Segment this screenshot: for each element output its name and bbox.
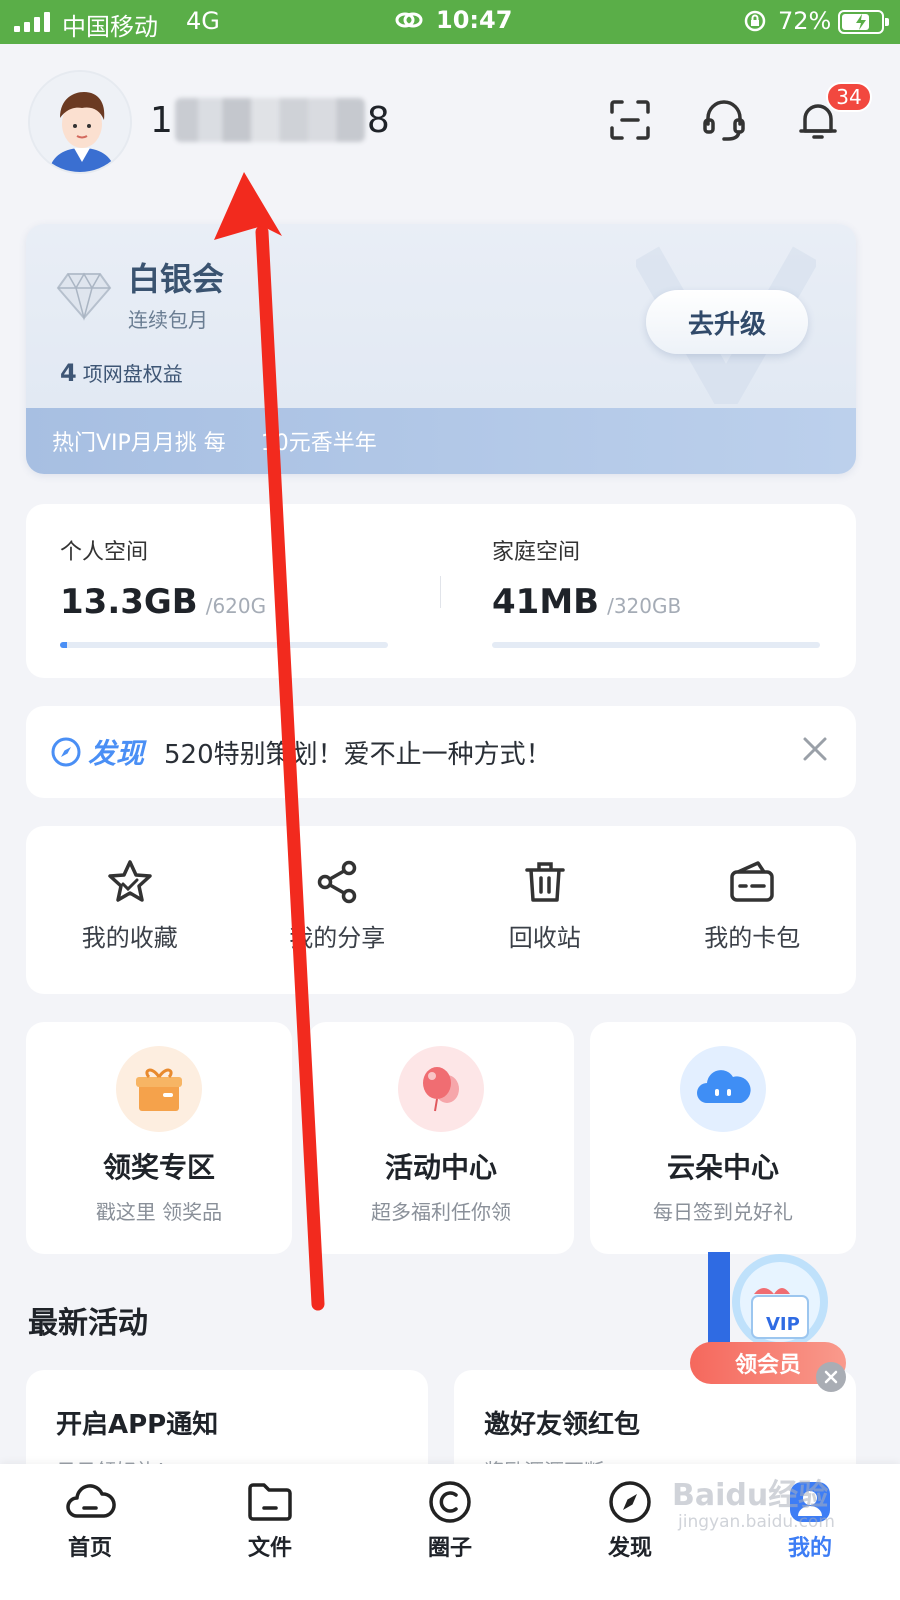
family-storage-used: 41MB/320GB [492,582,681,622]
vip-subtitle: 连续包月 [128,308,208,332]
tab-label: 我的 [787,1536,832,1561]
rotation-lock-icon [743,9,767,39]
discover-banner[interactable]: 发现 520特别策划！爱不止一种方式！ [26,706,856,798]
vip-badge-text: VIP [766,1314,800,1335]
hotspot-icon [394,9,424,37]
feature-cloud-center[interactable]: 云朵中心 每日签到兑好礼 [590,1022,856,1254]
tab-circle[interactable]: 圈子 [360,1464,540,1600]
signal-icon [14,12,50,32]
personal-total-value: /620G [205,594,267,618]
vip-card[interactable]: 白银会 连续包月 4 项网盘权益 去升级 热门VIP月月挑 每 10元香半年 [26,224,856,474]
latest-activities-title: 最新活动 [28,1306,148,1341]
carrier-name: 中国移动 [62,13,158,41]
gift-icon [116,1046,202,1132]
shortcut-label: 回收站 [508,924,581,952]
battery-icon [838,10,889,34]
shortcut-grid: 我的收藏 我的分享 回收站 我的卡包 [26,826,856,994]
vip-level: 白银会 [128,260,225,298]
username[interactable]: 1 8 [150,96,390,144]
headset-icon[interactable] [696,92,752,148]
username-prefix: 1 [150,99,173,141]
avatar[interactable] [28,70,132,174]
vip-promo-banner[interactable]: 热门VIP月月挑 每 10元香半年 [26,408,856,474]
cloud-icon [680,1046,766,1132]
family-storage-bar [492,642,820,648]
feature-title: 活动中心 [384,1151,497,1184]
shortcut-label: 我的分享 [289,924,386,952]
circle-icon [429,1481,471,1523]
balloon-icon [398,1046,484,1132]
close-icon[interactable] [802,736,828,762]
notification-badge: 34 [826,82,872,112]
activity-title: 邀好友领红包 [484,1410,641,1440]
username-redaction [174,98,365,142]
cloud-home-icon [66,1484,116,1518]
family-storage-label: 家庭空间 [492,540,581,565]
family-total-value: /320GB [607,594,682,618]
discover-tag-label: 发现 [88,737,145,770]
feature-title: 领奖专区 [102,1151,215,1184]
shortcut-label: 我的卡包 [704,924,801,952]
feature-subtitle: 戳这里 领奖品 [95,1200,223,1224]
compass-icon [51,737,81,767]
shortcut-favorites[interactable]: 我的收藏 [26,826,234,994]
discover-text: 520特别策划！爱不止一种方式！ [164,739,552,770]
vip-rights-count: 4 [60,359,77,387]
tab-home[interactable]: 首页 [0,1464,180,1600]
family-storage[interactable]: 家庭空间 41MB/320GB [492,534,681,622]
shortcut-card-wallet[interactable]: 我的卡包 [649,826,857,994]
personal-used-value: 13.3GB [60,582,198,622]
personal-storage-fill [60,642,67,648]
feature-subtitle: 超多福利任你领 [371,1200,511,1224]
compass-icon [609,1481,651,1523]
star-icon [108,860,152,902]
personal-storage[interactable]: 个人空间 13.3GB/620G [60,534,266,622]
divider [440,576,441,608]
shortcut-share[interactable]: 我的分享 [234,826,442,994]
discover-tag: 发现 [50,732,144,772]
share-icon [318,860,357,904]
floating-vip-widget[interactable]: VIP 领会员 [690,1244,852,1394]
scan-icon[interactable] [602,92,658,148]
storage-card: 个人空间 13.3GB/620G 家庭空间 41MB/320GB [26,504,856,678]
personal-storage-used: 13.3GB/620G [60,582,266,622]
tab-files[interactable]: 文件 [180,1464,360,1600]
folder-icon [248,1483,292,1521]
status-bar: 中国移动 4G 10:47 72% [0,0,900,44]
upgrade-button[interactable]: 去升级 [646,290,808,354]
network-type: 4G [186,7,220,35]
vip-rights-label: 项网盘权益 [82,362,183,386]
diamond-icon [56,272,112,321]
tab-label: 首页 [67,1536,112,1561]
tab-label: 文件 [247,1536,292,1561]
username-suffix: 8 [366,99,390,141]
watermark-url: jingyan.baidu.com [678,1512,835,1532]
personal-storage-label: 个人空间 [60,540,149,565]
close-icon[interactable] [816,1362,846,1392]
clock: 10:47 [436,6,513,34]
feature-subtitle: 每日签到兑好礼 [653,1200,793,1224]
trash-icon [525,862,565,902]
tab-label: 圈子 [427,1536,472,1561]
shortcut-recycle-bin[interactable]: 回收站 [441,826,649,994]
feature-title: 云朵中心 [666,1151,779,1184]
personal-storage-bar [60,642,388,648]
card-wallet-icon [730,861,774,902]
tab-label: 发现 [607,1536,652,1561]
watermark: Baidu经验 [672,1478,829,1513]
battery-percent: 72% [778,7,832,35]
feature-activity-center[interactable]: 活动中心 超多福利任你领 [308,1022,574,1254]
family-used-value: 41MB [492,582,600,622]
vip-rights[interactable]: 4 项网盘权益 [60,358,183,387]
shortcut-label: 我的收藏 [81,924,178,952]
activity-title: 开启APP通知 [56,1410,219,1440]
feature-rewards[interactable]: 领奖专区 戳这里 领奖品 [26,1022,292,1254]
